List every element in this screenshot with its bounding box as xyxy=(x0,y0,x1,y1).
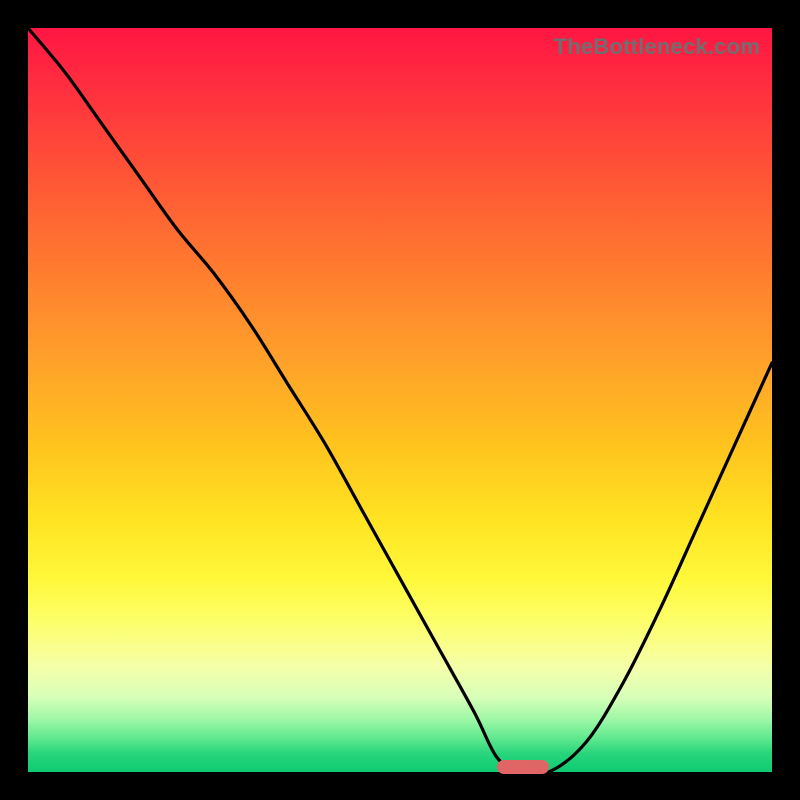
bottleneck-curve xyxy=(28,28,772,772)
curve-path xyxy=(28,28,772,775)
chart-frame: TheBottleneck.com xyxy=(0,0,800,800)
optimal-range-marker xyxy=(497,760,549,774)
plot-area: TheBottleneck.com xyxy=(28,28,772,772)
